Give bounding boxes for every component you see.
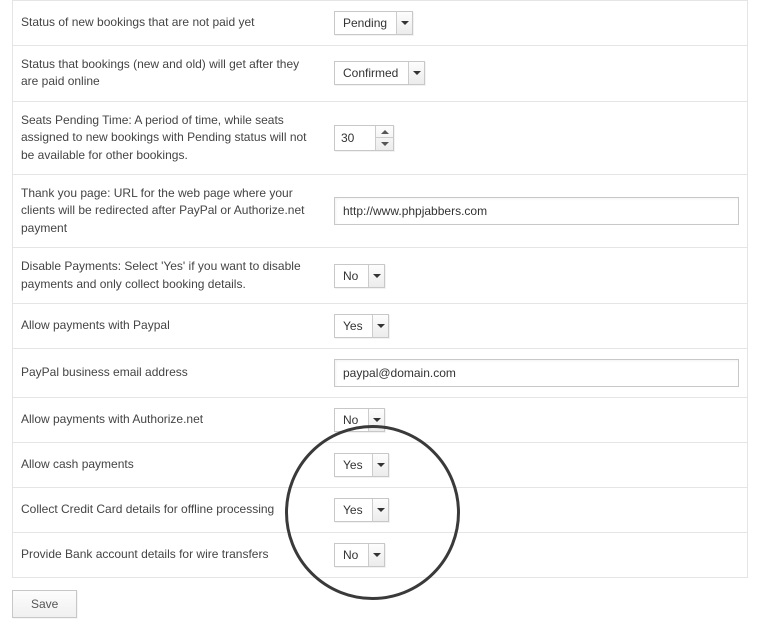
- label-status-paid: Status that bookings (new and old) will …: [13, 46, 327, 102]
- select-collect-cc[interactable]: Yes: [334, 498, 389, 522]
- chevron-down-icon: [372, 499, 388, 521]
- label-allow-authnet: Allow payments with Authorize.net: [13, 397, 327, 442]
- spinner-value: 30: [335, 126, 375, 150]
- select-value: No: [335, 265, 364, 287]
- input-paypal-email[interactable]: [334, 359, 739, 387]
- chevron-down-icon: [368, 409, 384, 431]
- label-collect-cc: Collect Credit Card details for offline …: [13, 487, 327, 532]
- chevron-down-icon: [368, 265, 384, 287]
- select-status-unpaid[interactable]: Pending: [334, 11, 413, 35]
- chevron-up-icon[interactable]: [376, 126, 393, 138]
- chevron-down-icon: [372, 315, 388, 337]
- label-allow-cash: Allow cash payments: [13, 442, 327, 487]
- save-button[interactable]: Save: [12, 590, 77, 618]
- select-value: No: [335, 409, 364, 431]
- select-value: Confirmed: [335, 62, 404, 84]
- select-allow-authnet[interactable]: No: [334, 408, 385, 432]
- input-thankyou-url[interactable]: [334, 197, 739, 225]
- chevron-down-icon: [368, 544, 384, 566]
- select-value: Yes: [335, 454, 369, 476]
- label-allow-paypal: Allow payments with Paypal: [13, 303, 327, 348]
- label-seats-pending: Seats Pending Time: A period of time, wh…: [13, 101, 327, 174]
- label-disable-payments: Disable Payments: Select 'Yes' if you wa…: [13, 248, 327, 304]
- chevron-down-icon[interactable]: [376, 137, 393, 150]
- select-value: Pending: [335, 12, 393, 34]
- input-seats-pending[interactable]: 30: [334, 125, 394, 151]
- select-value: No: [335, 544, 364, 566]
- label-thankyou: Thank you page: URL for the web page whe…: [13, 174, 327, 247]
- chevron-down-icon: [408, 62, 424, 84]
- label-status-unpaid: Status of new bookings that are not paid…: [13, 1, 327, 46]
- chevron-down-icon: [396, 12, 412, 34]
- select-disable-payments[interactable]: No: [334, 264, 385, 288]
- spinner-buttons[interactable]: [375, 126, 393, 150]
- select-allow-paypal[interactable]: Yes: [334, 314, 389, 338]
- select-bank-wire[interactable]: No: [334, 543, 385, 567]
- select-value: Yes: [335, 499, 369, 521]
- select-status-paid[interactable]: Confirmed: [334, 61, 425, 85]
- chevron-down-icon: [372, 454, 388, 476]
- label-bank-wire: Provide Bank account details for wire tr…: [13, 532, 327, 577]
- settings-form: Status of new bookings that are not paid…: [0, 0, 760, 638]
- label-paypal-email: PayPal business email address: [13, 348, 327, 397]
- select-value: Yes: [335, 315, 369, 337]
- select-allow-cash[interactable]: Yes: [334, 453, 389, 477]
- settings-table: Status of new bookings that are not paid…: [12, 0, 748, 578]
